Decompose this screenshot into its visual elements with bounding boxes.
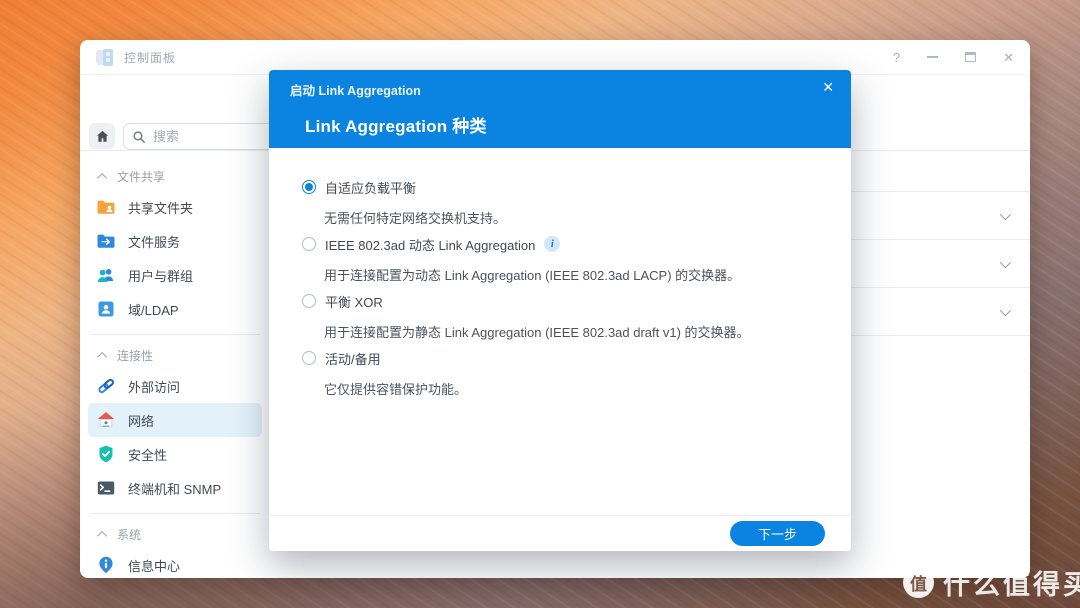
info-center-icon: [96, 555, 116, 575]
radio-icon[interactable]: [302, 180, 316, 194]
sidebar-item-domain-ldap[interactable]: 域/LDAP: [88, 292, 262, 326]
section-label: 文件共享: [117, 169, 166, 184]
sidebar-item-terminal-snmp[interactable]: 终端机和 SNMP: [88, 471, 262, 505]
option-label: IEEE 802.3ad 动态 Link Aggregation: [325, 237, 536, 253]
home-icon: [96, 130, 108, 142]
window-close-button[interactable]: ✕: [1003, 51, 1014, 64]
chevron-up-icon: [97, 530, 108, 541]
option-label: 活动/备用: [325, 351, 381, 367]
sidebar-divider: [90, 513, 260, 514]
next-button[interactable]: 下一步: [730, 521, 825, 546]
sidebar-item-external-access[interactable]: 外部访问: [88, 369, 262, 403]
link-aggregation-dialog: 启动 Link Aggregation ✕ Link Aggregation 种…: [269, 70, 851, 551]
sidebar-item-label: 域/LDAP: [128, 302, 179, 318]
sidebar-item-shared-folder[interactable]: 共享文件夹: [88, 190, 262, 224]
home-button[interactable]: [89, 123, 115, 149]
dialog-title: 启动 Link Aggregation: [290, 84, 421, 98]
radio-option-ieee-8023ad[interactable]: IEEE 802.3ad 动态 Link Aggregation i: [302, 233, 827, 255]
sidebar-section-file-sharing[interactable]: 文件共享: [88, 162, 262, 190]
sidebar-item-file-services[interactable]: 文件服务: [88, 224, 262, 258]
radio-option-active-backup[interactable]: 活动/备用: [302, 347, 827, 369]
search-icon: [133, 130, 145, 143]
sidebar-item-users-groups[interactable]: 用户与群组: [88, 258, 262, 292]
radio-option-adaptive-load-balance[interactable]: 自适应负载平衡: [302, 176, 827, 198]
chevron-down-icon[interactable]: [999, 304, 1012, 316]
option-label: 平衡 XOR: [325, 294, 383, 310]
external-access-icon: [96, 376, 116, 396]
sidebar-item-label: 网络: [128, 413, 155, 429]
watermark-text: 什么值得买: [943, 570, 1080, 600]
smzdm-badge-icon: 值: [903, 567, 934, 598]
option-description: 用于连接配置为动态 Link Aggregation (IEEE 802.3ad…: [324, 267, 741, 283]
sidebar-item-label: 外部访问: [128, 379, 181, 395]
sidebar-item-label: 文件服务: [128, 234, 181, 250]
users-icon: [96, 265, 116, 285]
maximize-button[interactable]: [965, 52, 977, 62]
option-description: 它仅提供容错保护功能。: [324, 381, 468, 397]
help-button[interactable]: ?: [893, 51, 900, 64]
chevron-up-icon: [97, 351, 108, 362]
sidebar: 文件共享 共享文件夹 文件服务 用户与群组 域/LDAP 连接性 外部访问 网络…: [80, 152, 270, 578]
radio-icon[interactable]: [302, 294, 316, 308]
sidebar-item-security[interactable]: 安全性: [88, 437, 262, 471]
chevron-up-icon: [97, 172, 108, 183]
radio-icon[interactable]: [302, 237, 316, 251]
domain-ldap-icon: [96, 299, 116, 319]
dialog-body: 自适应负载平衡 无需任何特定网络交换机支持。 IEEE 802.3ad 动态 L…: [269, 148, 851, 515]
sidebar-item-label: 终端机和 SNMP: [128, 481, 222, 497]
option-description: 用于连接配置为静态 Link Aggregation (IEEE 802.3ad…: [324, 324, 750, 340]
dialog-header: 启动 Link Aggregation ✕ Link Aggregation 种…: [269, 70, 851, 148]
dialog-footer: 下一步: [269, 515, 851, 551]
window-title: 控制面板: [124, 50, 177, 65]
sidebar-item-label: 共享文件夹: [128, 200, 194, 216]
option-label: 自适应负载平衡: [325, 180, 417, 196]
chevron-down-icon[interactable]: [999, 256, 1012, 268]
screen: 控制面板 ? ✕ 搜索 文件共享 共享文件夹 文件服务 用户与群组 域/LDAP…: [0, 0, 1080, 608]
control-panel-icon: [96, 48, 113, 66]
file-services-icon: [96, 231, 116, 251]
shared-folder-icon: [96, 197, 116, 217]
terminal-snmp-icon: [96, 478, 116, 498]
dialog-close-icon[interactable]: ✕: [822, 79, 834, 96]
chevron-down-icon[interactable]: [999, 208, 1012, 220]
sidebar-section-system[interactable]: 系统: [88, 520, 262, 548]
section-label: 连接性: [117, 348, 154, 363]
sidebar-item-info-center[interactable]: 信息中心: [88, 548, 262, 578]
sidebar-item-label: 用户与群组: [128, 268, 194, 284]
radio-icon[interactable]: [302, 351, 316, 365]
security-icon: [96, 444, 116, 464]
sidebar-item-network[interactable]: 网络: [88, 403, 262, 437]
sidebar-item-label: 信息中心: [128, 558, 181, 574]
watermark: 值 什么值得买: [903, 563, 1080, 602]
sidebar-divider: [90, 334, 260, 335]
minimize-button[interactable]: [927, 56, 939, 58]
section-label: 系统: [117, 527, 142, 542]
network-icon: [96, 410, 116, 430]
dialog-heading: Link Aggregation 种类: [305, 117, 487, 136]
radio-option-balance-xor[interactable]: 平衡 XOR: [302, 290, 827, 312]
sidebar-item-label: 安全性: [128, 447, 168, 463]
option-description: 无需任何特定网络交换机支持。: [324, 210, 507, 226]
info-icon[interactable]: i: [544, 236, 561, 252]
sidebar-section-connectivity[interactable]: 连接性: [88, 341, 262, 369]
